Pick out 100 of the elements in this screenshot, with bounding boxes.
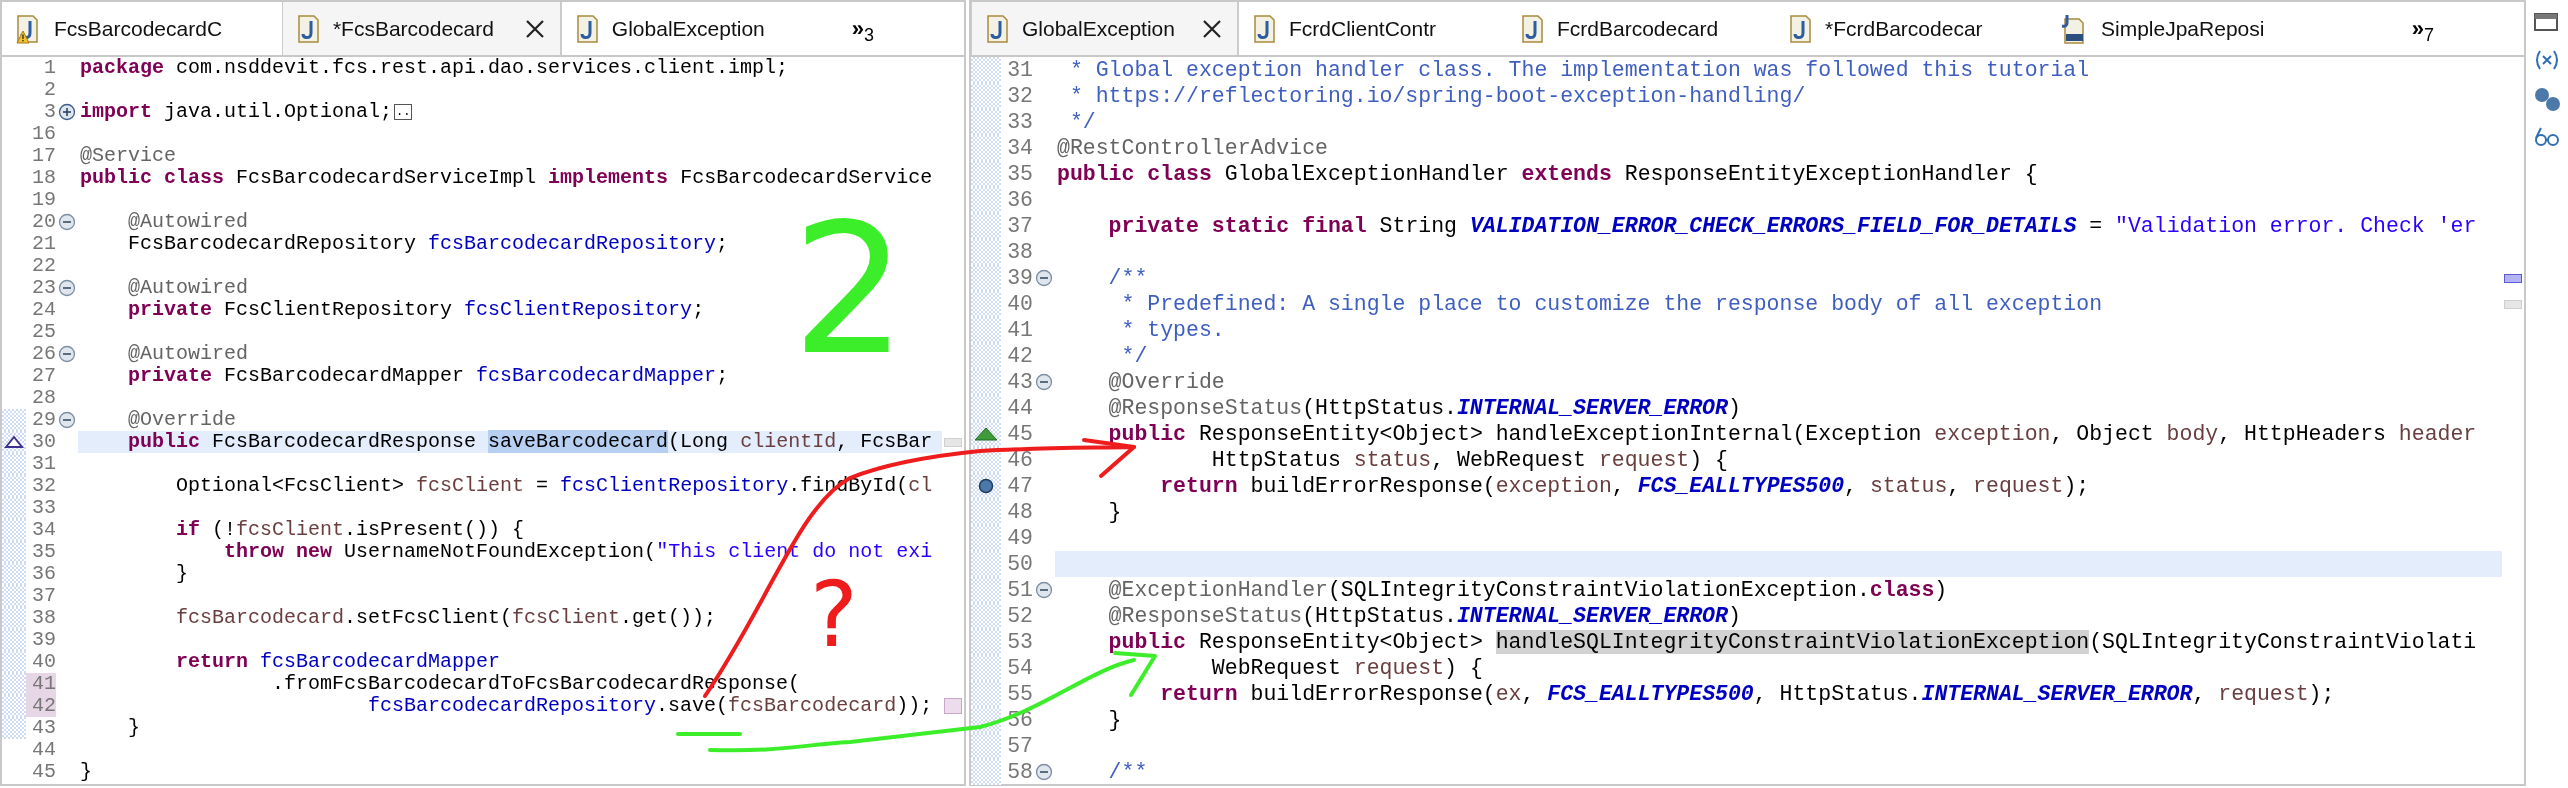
code-line: return buildErrorResponse(ex, FCS_EALLTYPES500, HttpStatus.INTERNAL_SERVER_ERROR, request); (1159, 681, 2336, 707)
code-line: @RestControllerAdvice (1056, 135, 1329, 161)
collapse-icon[interactable] (58, 279, 76, 297)
line-number: 44 (31, 739, 56, 761)
collapse-icon[interactable] (1035, 763, 1053, 781)
collapse-icon[interactable] (1035, 373, 1053, 391)
line-number: 30 (31, 431, 56, 453)
code-line: public ResponseEntity<Object> handleSQLIntegrityConstraintViolationException(SQLIntegrityConstraintViolati (1107, 629, 2478, 655)
more-tabs-button[interactable]: »$_{3}$ (841, 2, 884, 55)
line-number: 27 (31, 365, 56, 387)
code-line: @ResponseStatus(HttpStatus.INTERNAL_SERVER_ERROR) (1107, 395, 1742, 421)
line-number: 37 (31, 585, 56, 607)
line-number: 17 (31, 145, 56, 167)
line-number: 29 (31, 409, 56, 431)
line-number: 42 (26, 695, 56, 717)
line-number: 24 (31, 299, 56, 321)
handwritten-note: ? (810, 570, 858, 660)
window-icon[interactable] (2533, 10, 2561, 34)
code-line: WebRequest request) { (1210, 655, 1484, 681)
collapse-icon[interactable] (1035, 581, 1053, 599)
code-line: private static final String VALIDATION_ERROR_CHECK_ERRORS_FIELD_FOR_DETAILS = "Validation error. Check 'er (1107, 213, 2478, 239)
line-number: 34 (1006, 135, 1033, 161)
code-line: @Service (79, 145, 177, 167)
breakpoint-icon[interactable] (978, 478, 994, 494)
java-file-icon (1253, 13, 1277, 44)
breakpoints-icon[interactable] (2533, 86, 2561, 112)
code-line: } (175, 563, 190, 585)
line-number: 31 (1006, 57, 1033, 83)
line-number: 39 (1006, 265, 1033, 291)
line-number: 18 (31, 167, 56, 189)
line-number: 23 (31, 277, 56, 299)
more-tabs-button[interactable]: »$_{7}$ (2401, 2, 2444, 55)
code-line: } (127, 717, 141, 739)
line-number: 42 (1006, 343, 1033, 369)
code-line: public class FcsBarcodecardServiceImpl implements FcsBarcodecardService (79, 167, 934, 189)
line-number: 49 (1006, 525, 1033, 551)
code-line: FcsBarcodecardRepository fcsBarcodecardRepository; (127, 233, 730, 255)
code-line: } (1107, 707, 1123, 733)
java-file-icon (1521, 13, 1545, 44)
code-line: package com.nsddevit.fcs.rest.api.dao.services.client.impl; (79, 57, 790, 79)
line-number: 2 (43, 79, 56, 101)
code-line: * Global exception handler class. The implementation was followed this tutorial (1068, 57, 2091, 83)
close-button[interactable] (1201, 17, 1223, 40)
close-icon (1201, 17, 1223, 40)
code-line: private FcsClientRepository fcsClientRepository; (127, 299, 706, 321)
line-number: 31 (31, 453, 56, 475)
line-number: 20 (31, 211, 56, 233)
code-line: */ (1068, 109, 1097, 135)
line-number: 33 (1006, 109, 1033, 135)
code-line: public class GlobalExceptionHandler extends ResponseEntityExceptionHandler { (1056, 161, 2039, 187)
line-number: 35 (31, 541, 56, 563)
line-number: 57 (1006, 733, 1033, 759)
code-line: import java.util.Optional; .. (79, 101, 414, 123)
code-line: * Predefined: A single place to customize the response body of all exception (1120, 291, 2104, 317)
code-line: @Autowired (127, 277, 250, 299)
line-number: 41 (1006, 317, 1033, 343)
line-number: 32 (1006, 83, 1033, 109)
line-number: 35 (1006, 161, 1033, 187)
code-line: } (1107, 499, 1123, 525)
editor-tab[interactable]: *FcsBarcodecard (281, 2, 562, 55)
code-line: fcsBarcodecardRepository.save(fcsBarcodecard)); (367, 695, 934, 717)
overview-ruler-mark[interactable] (2504, 273, 2522, 283)
line-number: 38 (31, 607, 56, 629)
java-file-icon (296, 13, 321, 44)
line-number: 1 (43, 57, 56, 79)
line-number: 48 (1006, 499, 1033, 525)
handwritten-note: 2 (792, 200, 907, 380)
code-line: @Override (127, 409, 238, 431)
line-number: 19 (31, 189, 56, 211)
editor-tab[interactable]: GlobalException (971, 2, 1239, 55)
line-number: 47 (1006, 473, 1033, 499)
code-line: return buildErrorResponse(exception, FCS_EALLTYPES500, status, request); (1159, 473, 2091, 499)
line-number: 32 (31, 475, 56, 497)
collapse-icon[interactable] (1035, 269, 1053, 287)
variables-icon[interactable] (2533, 48, 2561, 72)
line-number: 40 (1006, 291, 1033, 317)
line-number: 33 (31, 497, 56, 519)
line-number: 54 (1006, 655, 1033, 681)
code-line: /** (1107, 265, 1149, 291)
code-line: public ResponseEntity<Object> handleExceptionInternal(Exception exception, Object body, HttpHeaders header (1107, 421, 2478, 447)
expand-icon[interactable] (58, 103, 76, 121)
code-line: fcsBarcodecard.setFcsClient(fcsClient.get()); (175, 607, 718, 629)
collapse-icon[interactable] (58, 345, 76, 363)
code-line: @Override (1107, 369, 1226, 395)
collapse-icon[interactable] (58, 213, 76, 231)
close-button[interactable] (523, 17, 546, 40)
java-file-icon (1789, 13, 1813, 44)
line-number: 25 (31, 321, 56, 343)
line-number: 45 (1006, 421, 1033, 447)
code-line: @Autowired (127, 211, 250, 233)
java-file-icon (575, 13, 600, 44)
line-number: 34 (31, 519, 56, 541)
code-line: HttpStatus status, WebRequest request) { (1210, 447, 1729, 473)
line-number: 55 (1006, 681, 1033, 707)
line-number: 22 (31, 255, 56, 277)
line-number: 53 (1006, 629, 1033, 655)
line-number: 28 (31, 387, 56, 409)
collapse-icon[interactable] (58, 411, 76, 429)
line-number: 43 (1006, 369, 1033, 395)
line-number: 40 (31, 651, 56, 673)
